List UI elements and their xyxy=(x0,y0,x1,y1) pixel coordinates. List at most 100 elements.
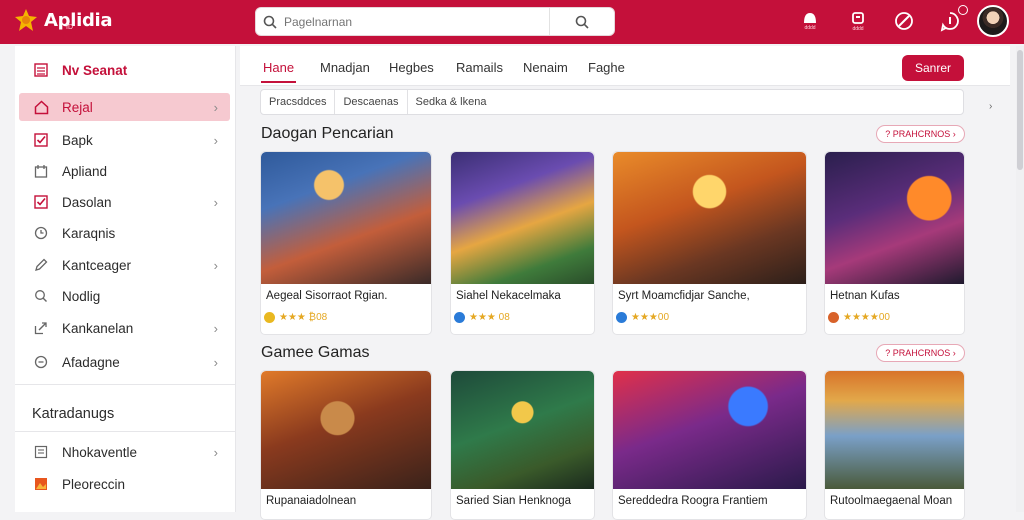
chevron-right-icon: › xyxy=(213,354,218,370)
image-icon xyxy=(33,476,49,492)
filter-chip[interactable]: Descaenas xyxy=(335,90,408,114)
game-title: Rutoolmaegaenal Moan xyxy=(830,495,953,507)
game-thumbnail xyxy=(825,152,964,284)
search-submit-button[interactable] xyxy=(550,8,614,35)
scrollbar-thumb[interactable] xyxy=(1017,50,1023,170)
game-rating: ★★★ ₿08 xyxy=(264,312,327,323)
box-icon xyxy=(33,163,49,179)
sidebar-item-8[interactable]: Kankanelan › xyxy=(19,314,230,342)
sidebar-section-title: Katradanugs xyxy=(32,406,115,422)
filter-bar: Pracsddces Descaenas Sedka & lkena xyxy=(260,89,964,115)
game-card[interactable]: Saried Sian Henknoga xyxy=(450,370,595,520)
chevron-right-icon: › xyxy=(213,132,218,148)
bag-icon[interactable]: dddd xyxy=(845,8,871,34)
app-name: Aplidia xyxy=(44,9,113,31)
sidebar-section-item-1[interactable]: Pleoreccin xyxy=(19,470,230,498)
game-title: Siahel Nekacelmaka xyxy=(456,290,561,302)
search-icon xyxy=(33,288,49,304)
sidebar: Nv Seanat Rejal › Bapk › Apliand Dasolan… xyxy=(15,46,236,512)
game-rating: ★★★00 xyxy=(616,312,669,323)
search-icon xyxy=(256,15,284,29)
game-rating: ★★★ 08 xyxy=(454,312,510,323)
game-title: Saried Sian Henknoga xyxy=(456,495,572,507)
game-title: Syrt Moamcfidjar Sanche, xyxy=(618,290,750,302)
notification-badge xyxy=(958,5,968,15)
app-logo[interactable]: Aplidia xyxy=(14,8,113,32)
chat-icon[interactable] xyxy=(891,8,917,34)
sidebar-item-7[interactable]: Nodlig xyxy=(19,282,230,310)
tab-bar: Hane Mnadjan Hegbes Ramails Nenaim Faghe… xyxy=(240,46,1010,86)
sidebar-item-2[interactable]: Bapk › xyxy=(19,126,230,154)
game-rating: ★★★★00 xyxy=(828,312,890,323)
search-input[interactable] xyxy=(284,8,549,35)
sidebar-item-0[interactable]: Nv Seanat xyxy=(19,56,230,84)
check-icon xyxy=(33,194,49,210)
game-title: Sereddedra Roogra Frantiem xyxy=(618,495,768,507)
filter-chip[interactable]: Pracsddces xyxy=(261,90,336,114)
coin-icon xyxy=(454,312,465,323)
coin-icon xyxy=(828,312,839,323)
game-card[interactable]: Rupanaiadolnean xyxy=(260,370,432,520)
filter-more-icon[interactable]: › xyxy=(989,101,992,112)
tab-0[interactable]: Hane xyxy=(260,60,297,83)
sidebar-item-3[interactable]: Apliand xyxy=(19,157,230,185)
sidebar-divider xyxy=(15,431,236,432)
game-title: Hetnan Kufas xyxy=(830,290,900,302)
game-card[interactable]: Sereddedra Roogra Frantiem xyxy=(612,370,807,520)
game-thumbnail xyxy=(825,371,964,489)
coin-icon xyxy=(264,312,275,323)
sidebar-item-6[interactable]: Kantceager › xyxy=(19,251,230,279)
logo-icon xyxy=(14,8,38,32)
game-thumbnail xyxy=(261,371,431,489)
sidebar-item-5[interactable]: Karaqnis xyxy=(19,219,230,247)
user-icon[interactable]: dddd xyxy=(797,8,823,34)
edit-icon xyxy=(33,320,49,336)
search-bar[interactable] xyxy=(255,7,615,36)
coin-icon xyxy=(616,312,627,323)
sidebar-item-4[interactable]: Dasolan › xyxy=(19,188,230,216)
filter-chip[interactable]: Sedka & lkena xyxy=(408,90,495,114)
tab-2[interactable]: Hegbes xyxy=(389,60,434,75)
game-card[interactable]: Hetnan Kufas ★★★★00 xyxy=(824,151,965,335)
sidebar-item-9[interactable]: Afadagne › xyxy=(19,348,230,376)
game-card[interactable]: Rutoolmaegaenal Moan xyxy=(824,370,965,520)
chevron-right-icon: › xyxy=(213,444,218,460)
chevron-right-icon: › xyxy=(213,99,218,115)
list-icon xyxy=(33,62,49,78)
main-content: Hane Mnadjan Hegbes Ramails Nenaim Faghe… xyxy=(240,46,1010,520)
game-title: Rupanaiadolnean xyxy=(266,495,357,507)
check-icon xyxy=(33,132,49,148)
section-title: Gamee Gamas xyxy=(261,344,370,361)
tab-4[interactable]: Nenaim xyxy=(523,60,568,75)
section-promo-link[interactable]: ? PRAHCRNOS › xyxy=(876,125,965,143)
clock-icon xyxy=(33,225,49,241)
doc-icon xyxy=(33,444,49,460)
sidebar-divider xyxy=(15,384,236,385)
primary-cta-button[interactable]: Sanrer xyxy=(902,55,964,81)
sidebar-item-1[interactable]: Rejal › xyxy=(19,93,230,121)
section-title: Daogan Pencarian xyxy=(261,125,394,142)
game-thumbnail xyxy=(451,152,594,284)
tab-5[interactable]: Faghe xyxy=(588,60,625,75)
info-icon xyxy=(33,354,49,370)
chevron-right-icon: › xyxy=(213,257,218,273)
tab-1[interactable]: Mnadjan xyxy=(320,60,370,75)
top-header: Aplidia ID dddd dddd xyxy=(0,0,1024,44)
app-subtitle: ID xyxy=(66,24,73,31)
chevron-right-icon: › xyxy=(213,320,218,336)
game-thumbnail xyxy=(613,152,806,284)
home-icon xyxy=(33,99,49,115)
game-card[interactable]: Siahel Nekacelmaka ★★★ 08 xyxy=(450,151,595,335)
avatar[interactable] xyxy=(977,5,1009,37)
game-card[interactable]: Aegeal Sisorraot Rgian. ★★★ ₿08 xyxy=(260,151,432,335)
game-card[interactable]: Syrt Moamcfidjar Sanche, ★★★00 xyxy=(612,151,807,335)
section-promo-link[interactable]: ? PRAHCRNOS › xyxy=(876,344,965,362)
game-thumbnail xyxy=(613,371,806,489)
game-title: Aegeal Sisorraot Rgian. xyxy=(266,290,388,302)
game-thumbnail xyxy=(261,152,431,284)
tab-3[interactable]: Ramails xyxy=(456,60,503,75)
pen-icon xyxy=(33,257,49,273)
sidebar-section-item-0[interactable]: Nhokaventle › xyxy=(19,438,230,466)
game-thumbnail xyxy=(451,371,594,489)
chevron-right-icon: › xyxy=(213,194,218,210)
